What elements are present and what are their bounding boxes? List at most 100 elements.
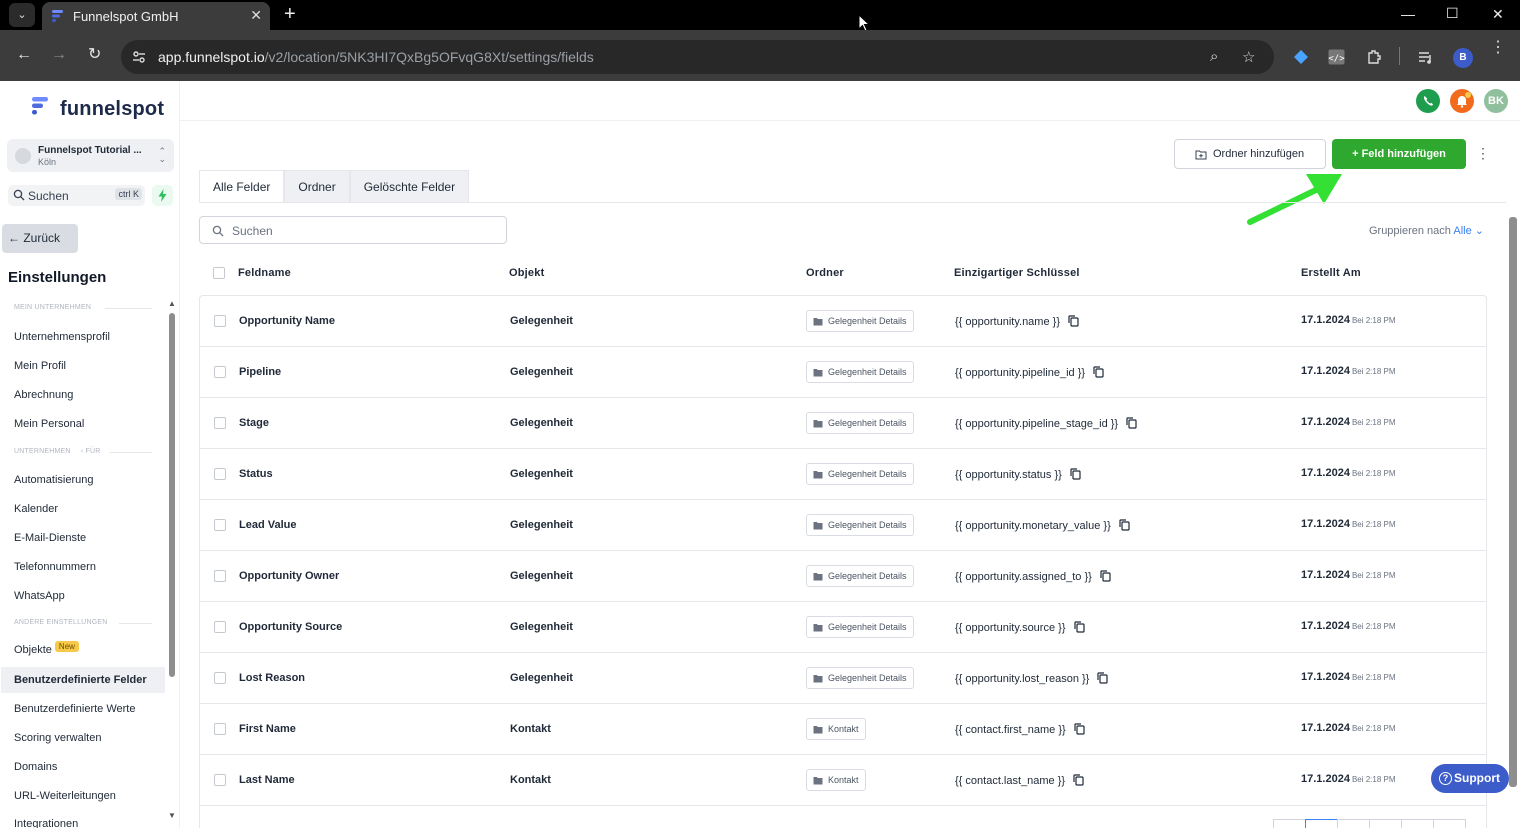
scroll-down-arrow-icon[interactable]: ▼ xyxy=(168,811,176,820)
browser-menu-icon[interactable]: ⋮ xyxy=(1490,40,1506,56)
row-checkbox[interactable] xyxy=(214,519,226,531)
location-switcher[interactable]: Funnelspot Tutorial ... Köln ⌃ ⌄ xyxy=(7,139,174,172)
pagination-button[interactable] xyxy=(1401,819,1434,828)
pagination-button-current[interactable] xyxy=(1305,819,1338,828)
field-name[interactable]: Stage xyxy=(239,417,269,429)
pagination-button[interactable] xyxy=(1369,819,1402,828)
main-scrollbar[interactable] xyxy=(1509,217,1517,787)
row-checkbox[interactable] xyxy=(214,366,226,378)
new-tab-button[interactable]: + xyxy=(284,3,296,25)
sidebar-item-manage-scoring[interactable]: Scoring verwalten xyxy=(14,732,101,744)
sidebar-item-calendars[interactable]: Kalender xyxy=(14,503,58,515)
copy-icon[interactable] xyxy=(1126,417,1137,429)
row-checkbox[interactable] xyxy=(214,774,226,786)
table-row[interactable]: Lead Value Gelegenheit Gelegenheit Details… xyxy=(200,500,1486,551)
pagination-button[interactable] xyxy=(1433,819,1466,828)
folder-chip[interactable]: Gelegenheit Details xyxy=(806,361,914,383)
folder-chip[interactable]: Gelegenheit Details xyxy=(806,616,914,638)
browser-profile-avatar[interactable]: B xyxy=(1453,48,1473,68)
table-row[interactable]: Opportunity Source Gelegenheit Gelegenheit… xyxy=(200,602,1486,653)
row-checkbox[interactable] xyxy=(214,621,226,633)
copy-icon[interactable] xyxy=(1100,570,1111,582)
sidebar-item-phone-numbers[interactable]: Telefonnummern xyxy=(14,561,96,573)
sidebar-search[interactable]: Suchen ctrl K xyxy=(8,185,145,206)
bookmark-star-icon[interactable]: ☆ xyxy=(1242,48,1255,66)
extension-diamond-icon[interactable] xyxy=(1293,49,1309,65)
column-header-created-at[interactable]: Erstellt Am xyxy=(1301,267,1361,279)
folder-chip[interactable]: Kontakt xyxy=(806,718,866,740)
sidebar-item-automation[interactable]: Automatisierung xyxy=(14,474,94,486)
tab-search-button[interactable]: ⌄ xyxy=(9,3,35,27)
pagination-button[interactable] xyxy=(1337,819,1370,828)
zoom-icon[interactable]: ⌕ xyxy=(1210,48,1218,65)
support-button[interactable]: ? Support xyxy=(1431,764,1509,793)
sidebar-scrollbar[interactable] xyxy=(169,313,175,677)
tab-deleted-fields[interactable]: Gelöschte Felder xyxy=(349,170,470,203)
back-button[interactable]: ← Zurück xyxy=(2,224,78,253)
folder-chip[interactable]: Gelegenheit Details xyxy=(806,565,914,587)
group-by-value[interactable]: Alle xyxy=(1453,225,1471,237)
sidebar-item-billing[interactable]: Abrechnung xyxy=(14,389,73,401)
folder-chip[interactable]: Gelegenheit Details xyxy=(806,514,914,536)
table-row[interactable]: Status Gelegenheit Gelegenheit Details {{ o… xyxy=(200,449,1486,500)
column-header-object[interactable]: Objekt xyxy=(509,267,544,279)
forward-icon[interactable]: → xyxy=(51,46,67,64)
row-checkbox[interactable] xyxy=(214,417,226,429)
scroll-up-arrow-icon[interactable]: ▲ xyxy=(168,299,176,308)
more-options-icon[interactable]: ⋮ xyxy=(1476,146,1490,160)
table-row[interactable]: Last Name Kontakt Kontakt {{ contact.last_n… xyxy=(200,755,1486,806)
extension-code-icon[interactable]: </> xyxy=(1328,49,1345,65)
sidebar-item-integrations[interactable]: Integrationen xyxy=(14,818,78,828)
sidebar-item-company-profile[interactable]: Unternehmensprofil xyxy=(14,331,110,343)
column-header-field-name[interactable]: Feldname xyxy=(238,267,291,279)
copy-icon[interactable] xyxy=(1119,519,1130,531)
sidebar-item-custom-values[interactable]: Benutzerdefinierte Werte xyxy=(14,703,135,715)
folder-chip[interactable]: Kontakt xyxy=(806,769,866,791)
tab-folders[interactable]: Ordner xyxy=(284,170,350,203)
copy-icon[interactable] xyxy=(1097,672,1108,684)
pagination-button[interactable] xyxy=(1273,819,1306,828)
sidebar-item-whatsapp[interactable]: WhatsApp xyxy=(14,590,65,602)
select-all-checkbox[interactable] xyxy=(213,267,225,279)
copy-icon[interactable] xyxy=(1070,468,1081,480)
copy-icon[interactable] xyxy=(1093,366,1104,378)
copy-icon[interactable] xyxy=(1073,774,1084,786)
add-field-button[interactable]: + Feld hinzufügen xyxy=(1332,139,1466,169)
table-row[interactable]: Opportunity Owner Gelegenheit Gelegenheit … xyxy=(200,551,1486,602)
phone-button[interactable] xyxy=(1416,89,1440,113)
row-checkbox[interactable] xyxy=(214,570,226,582)
reload-icon[interactable]: ↻ xyxy=(88,46,101,64)
fields-search-input[interactable]: Suchen xyxy=(199,216,507,244)
copy-icon[interactable] xyxy=(1074,723,1085,735)
window-close-icon[interactable]: ✕ xyxy=(1492,6,1504,23)
tab-all-fields[interactable]: Alle Felder xyxy=(199,170,285,203)
field-name[interactable]: Last Name xyxy=(239,774,295,786)
column-header-unique-key[interactable]: Einzigartiger Schlüssel xyxy=(954,267,1080,279)
user-avatar[interactable]: BK xyxy=(1484,89,1508,113)
quick-actions-button[interactable] xyxy=(152,185,173,206)
sidebar-item-url-redirects[interactable]: URL-Weiterleitungen xyxy=(14,790,116,802)
url-text[interactable]: app.funnelspot.io/v2/location/5NK3HI7QxB… xyxy=(158,49,594,65)
sidebar-item-domains[interactable]: Domains xyxy=(14,761,57,773)
group-by-selector[interactable]: Gruppieren nach Alle ⌄ xyxy=(1369,224,1484,237)
browser-tab[interactable]: Funnelspot GmbH ✕ xyxy=(42,2,270,30)
folder-chip[interactable]: Gelegenheit Details xyxy=(806,412,914,434)
table-row[interactable]: Stage Gelegenheit Gelegenheit Details {{ op… xyxy=(200,398,1486,449)
address-bar[interactable]: app.funnelspot.io/v2/location/5NK3HI7QxB… xyxy=(121,40,1274,74)
maximize-icon[interactable]: ☐ xyxy=(1446,5,1459,22)
copy-icon[interactable] xyxy=(1068,315,1079,327)
row-checkbox[interactable] xyxy=(214,672,226,684)
sidebar-item-objects[interactable]: Objekte New xyxy=(14,641,79,656)
field-name[interactable]: Lost Reason xyxy=(239,672,305,684)
tab-close-icon[interactable]: ✕ xyxy=(250,7,262,24)
site-settings-icon[interactable] xyxy=(131,49,147,65)
row-checkbox[interactable] xyxy=(214,468,226,480)
field-name[interactable]: Pipeline xyxy=(239,366,281,378)
add-folder-button[interactable]: Ordner hinzufügen xyxy=(1174,139,1326,169)
back-icon[interactable]: ← xyxy=(16,46,32,64)
field-name[interactable]: First Name xyxy=(239,723,296,735)
field-name[interactable]: Opportunity Source xyxy=(239,621,342,633)
extensions-puzzle-icon[interactable] xyxy=(1366,49,1382,65)
sidebar-item-my-staff[interactable]: Mein Personal xyxy=(14,418,84,430)
minimize-icon[interactable]: — xyxy=(1401,6,1415,22)
